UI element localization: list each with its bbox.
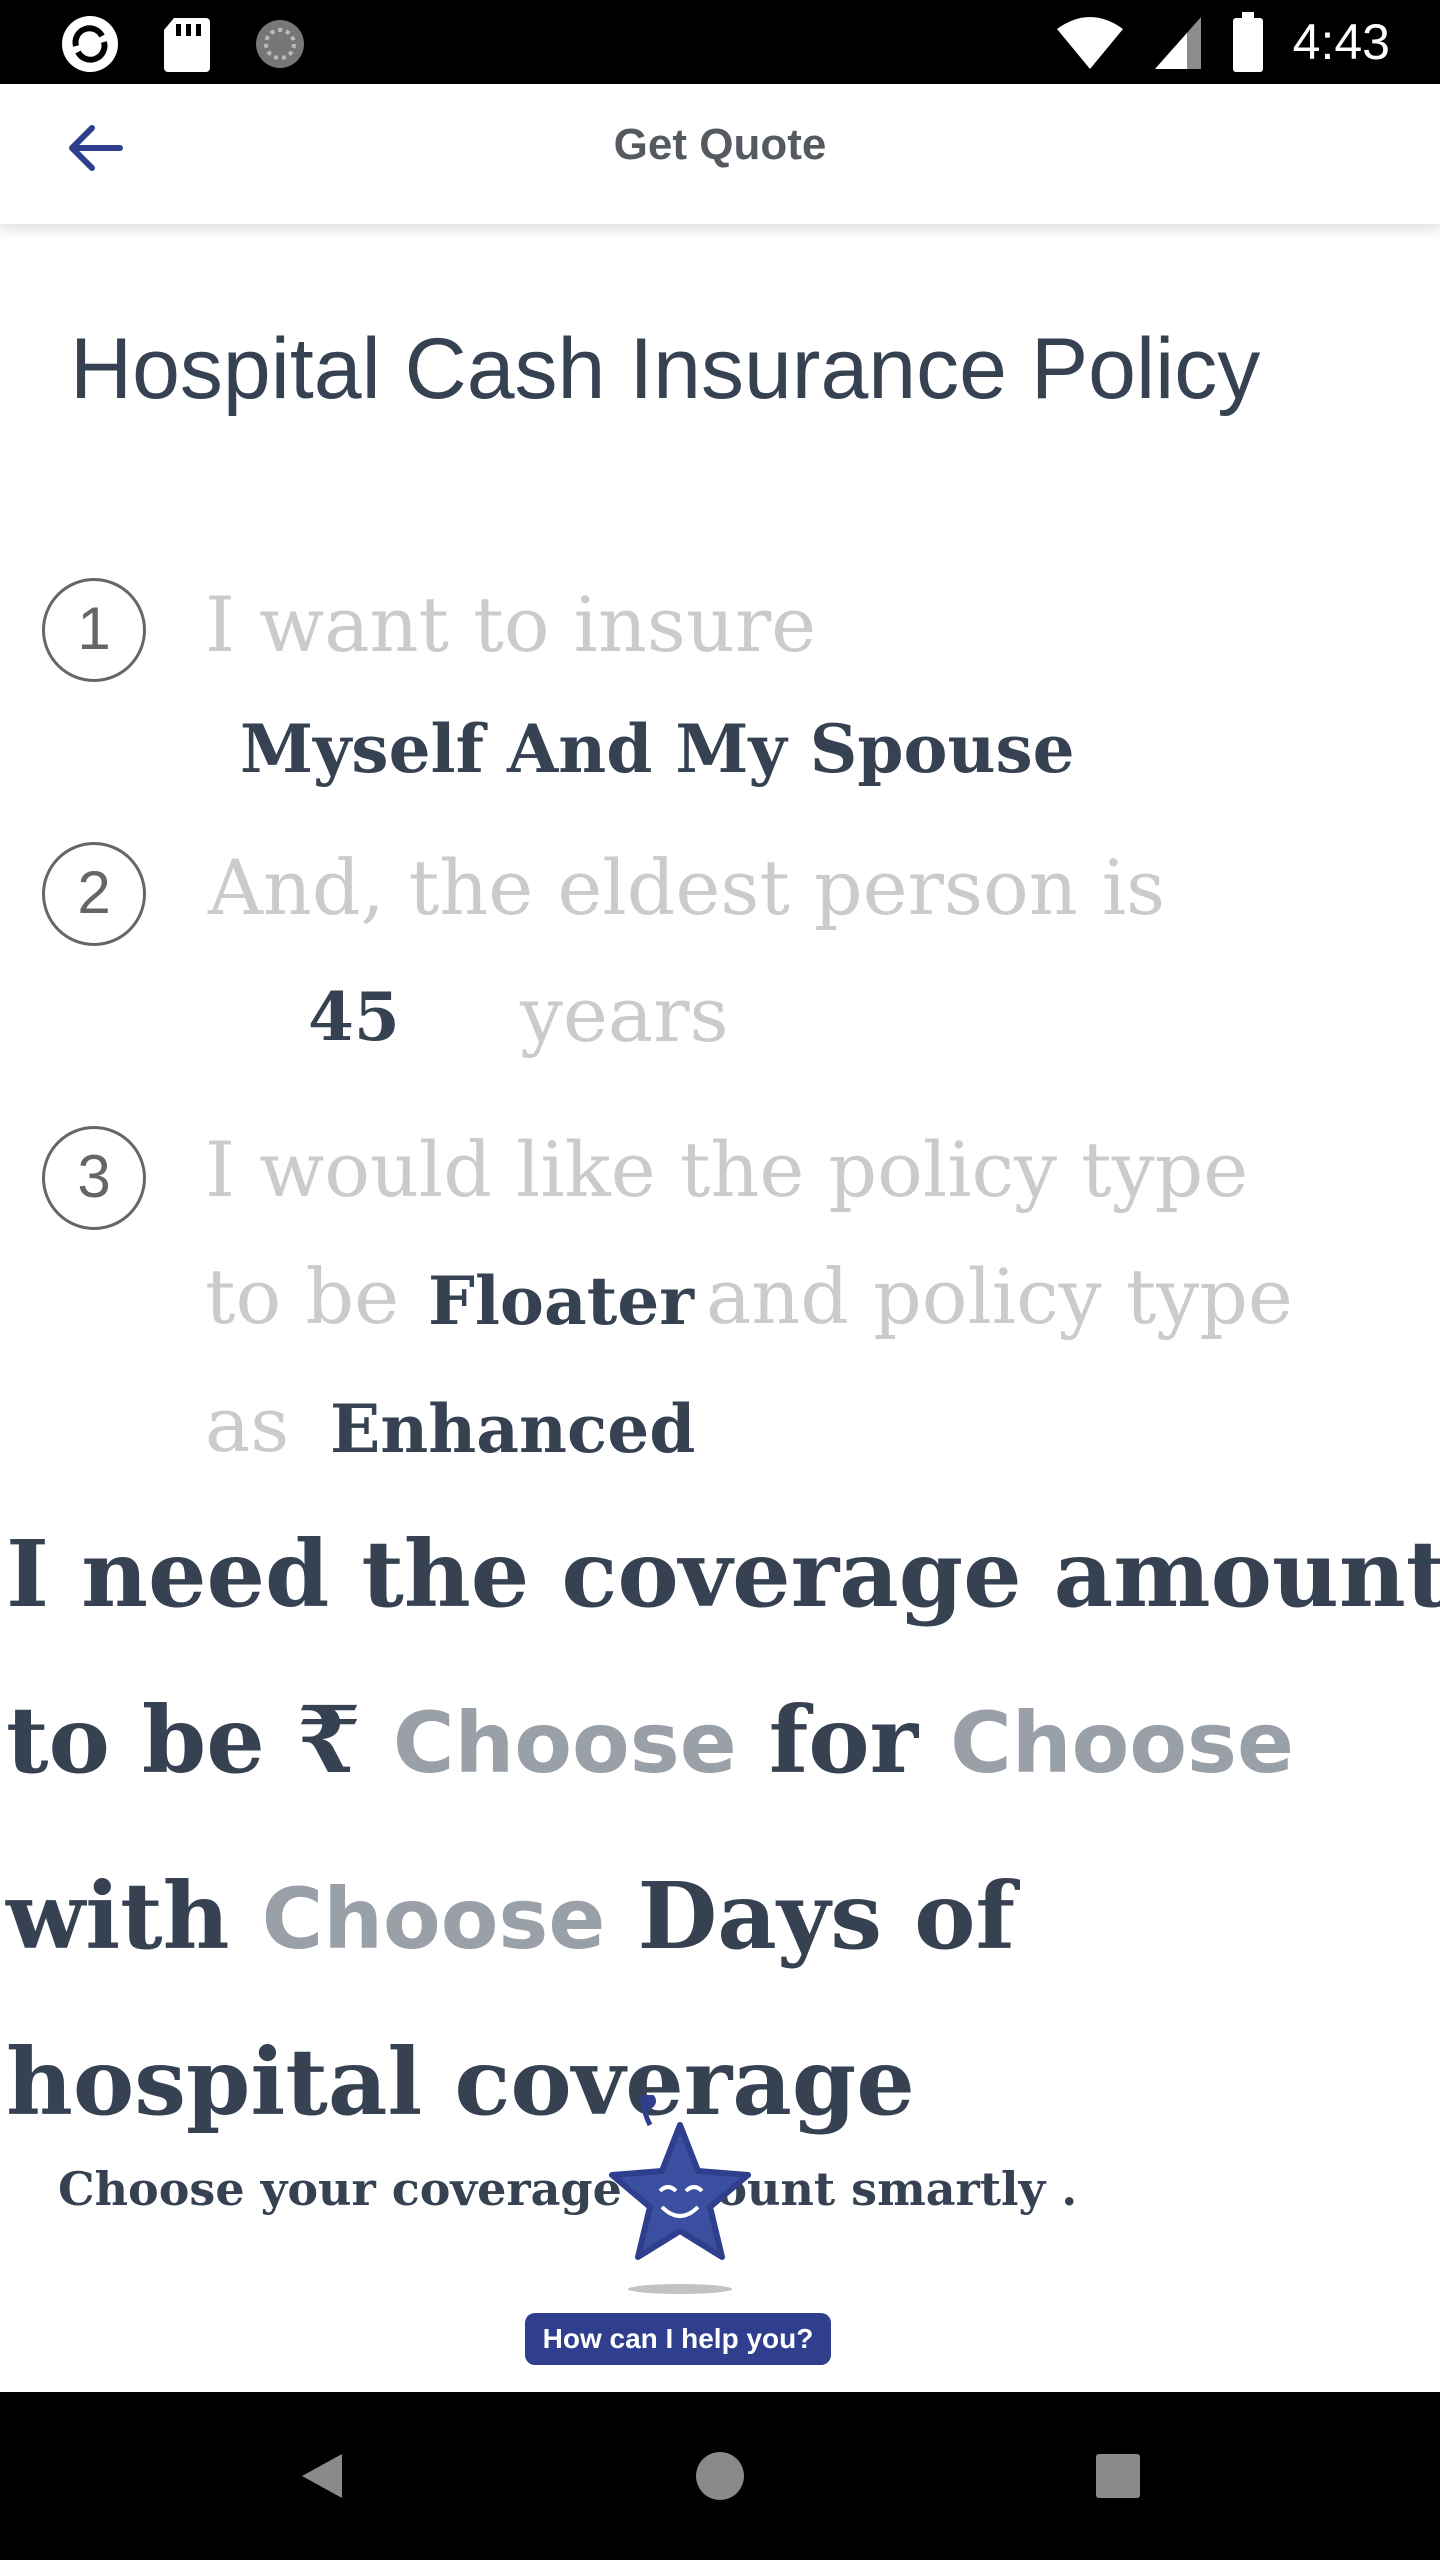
coverage-line-3: with Choose Days of — [6, 1862, 1015, 1970]
coverage-with-label: with — [6, 1862, 230, 1970]
signal-icon — [1154, 17, 1201, 69]
step-2-number: 2 — [42, 842, 146, 946]
app-notification-icon — [62, 16, 118, 72]
coverage-hint: Choose your coverage amount smartly . — [58, 2162, 1078, 2216]
coverage-days-of-label: Days of — [637, 1862, 1016, 1970]
step-1-prompt: I want to insure — [205, 580, 817, 669]
status-bar: 4:43 — [0, 0, 1440, 84]
step-3-prompt-and-policy-type: and policy type — [706, 1252, 1293, 1341]
nav-back-button[interactable] — [282, 2436, 362, 2516]
home-circle-icon — [696, 2452, 744, 2500]
eldest-age-select[interactable]: 45 — [308, 978, 400, 1056]
assistant-mascot[interactable] — [590, 2093, 770, 2295]
nav-home-button[interactable] — [680, 2436, 760, 2516]
system-nav-bar — [0, 2392, 1440, 2560]
policy-type-select[interactable]: Floater — [428, 1262, 694, 1340]
wifi-icon — [1056, 17, 1123, 69]
status-time: 4:43 — [1292, 14, 1390, 70]
step-1-number: 1 — [42, 578, 146, 682]
coverage-to-be-label: to be ₹ — [6, 1686, 361, 1794]
sd-card-icon — [164, 18, 210, 72]
recents-square-icon — [1096, 2454, 1140, 2498]
nav-recents-button[interactable] — [1078, 2436, 1158, 2516]
insured-members-select[interactable]: Myself And My Spouse — [240, 710, 1075, 788]
step-3-prompt-as: as — [205, 1380, 290, 1469]
page-title: Hospital Cash Insurance Policy — [70, 321, 1261, 417]
assistant-help-button[interactable]: How can I help you? — [525, 2313, 831, 2365]
step-3-number: 3 — [42, 1126, 146, 1230]
back-triangle-icon — [302, 2454, 342, 2498]
app-bar: Get Quote — [0, 84, 1440, 224]
star-mascot-icon — [609, 2093, 751, 2294]
plan-type-select[interactable]: Enhanced — [330, 1390, 695, 1468]
coverage-line-4: hospital coverage — [6, 2028, 915, 2136]
step-3-prompt-line1: I would like the policy type — [205, 1125, 1249, 1214]
coverage-line-1: I need the coverage amount — [6, 1520, 1440, 1628]
age-unit-label: years — [520, 970, 729, 1059]
app-bar-title: Get Quote — [613, 120, 827, 169]
coverage-days-select[interactable]: Choose — [262, 1870, 606, 1968]
step-2-prompt: And, the eldest person is — [208, 843, 1166, 932]
coverage-amount-select[interactable]: Choose — [393, 1694, 737, 1792]
coverage-line-2: to be ₹ Choose for Choose — [6, 1686, 1294, 1794]
coverage-term-select[interactable]: Choose — [950, 1694, 1294, 1792]
battery-icon — [1232, 12, 1263, 72]
coverage-for-label: for — [768, 1686, 919, 1794]
sync-icon — [256, 20, 304, 68]
step-3-prompt-to-be: to be — [205, 1252, 400, 1341]
